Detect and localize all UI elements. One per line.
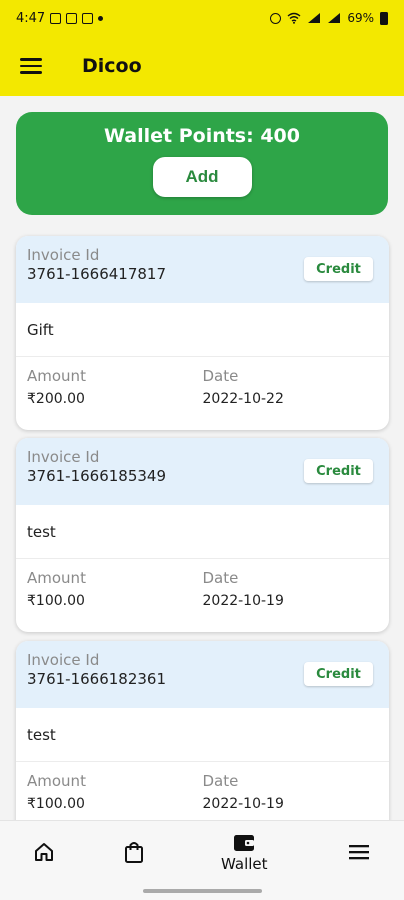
- amount-value: ₹100.00: [27, 593, 85, 609]
- transaction-header: Invoice Id 3761-1666182361 Credit: [16, 641, 389, 708]
- amount-label: Amount: [27, 772, 86, 790]
- date-value: 2022-10-22: [202, 391, 284, 407]
- transaction-meta: Amount ₹100.00 Date 2022-10-19: [16, 559, 389, 630]
- menu-icon: [349, 845, 369, 860]
- amount-value: ₹200.00: [27, 391, 85, 407]
- transaction-card[interactable]: Invoice Id 3761-1666182361 Credit test A…: [16, 641, 389, 835]
- app-bar: Dicoo: [0, 36, 404, 96]
- date-label: Date: [202, 367, 239, 385]
- transaction-description: Gift: [16, 303, 389, 357]
- app-title: Dicoo: [82, 55, 142, 77]
- date-label: Date: [202, 569, 239, 587]
- credit-badge: Credit: [304, 459, 373, 483]
- transaction-header: Invoice Id 3761-1666417817 Credit: [16, 236, 389, 303]
- date-value: 2022-10-19: [202, 796, 284, 812]
- nav-menu[interactable]: [348, 843, 370, 861]
- amount-label: Amount: [27, 367, 86, 385]
- date-label: Date: [202, 772, 239, 790]
- gesture-bar: [143, 889, 262, 893]
- nav-shop[interactable]: [123, 840, 145, 864]
- nav-home[interactable]: [33, 841, 55, 863]
- date-value: 2022-10-19: [202, 593, 284, 609]
- amount-value: ₹100.00: [27, 796, 85, 812]
- signal-2-icon: [328, 13, 341, 23]
- credit-badge: Credit: [304, 662, 373, 686]
- nav-wallet[interactable]: Wallet: [221, 833, 268, 873]
- wallet-points-card: Wallet Points: 400 Add: [16, 112, 388, 215]
- shopping-bag-icon: [125, 842, 143, 863]
- transaction-description: test: [16, 505, 389, 559]
- home-icon: [35, 843, 53, 861]
- mail-notification-icon: [66, 12, 78, 24]
- youtube-notification-icon: [82, 12, 94, 24]
- alarm-icon: [270, 12, 282, 24]
- battery-percent: 69%: [347, 11, 374, 25]
- add-points-button[interactable]: Add: [152, 157, 252, 197]
- transaction-description: test: [16, 708, 389, 762]
- status-bar: 4:47 69%: [0, 0, 404, 36]
- transaction-meta: Amount ₹200.00 Date 2022-10-22: [16, 357, 389, 428]
- transaction-header: Invoice Id 3761-1666185349 Credit: [16, 438, 389, 505]
- nav-wallet-label: Wallet: [221, 855, 268, 873]
- hamburger-menu-button[interactable]: [20, 54, 44, 78]
- battery-icon: [380, 11, 388, 25]
- wallet-points-text: Wallet Points: 400: [104, 125, 300, 147]
- more-notifications-icon: [98, 15, 104, 21]
- wifi-icon: [287, 12, 301, 24]
- transaction-card[interactable]: Invoice Id 3761-1666417817 Credit Gift A…: [16, 236, 389, 430]
- status-time: 4:47: [16, 10, 46, 26]
- transaction-card[interactable]: Invoice Id 3761-1666185349 Credit test A…: [16, 438, 389, 632]
- credit-badge: Credit: [304, 257, 373, 281]
- signal-icon: [308, 13, 321, 23]
- bottom-navigation: Wallet: [0, 820, 404, 900]
- wallet-icon: [234, 835, 255, 851]
- amount-label: Amount: [27, 569, 86, 587]
- gallery-notification-icon: [50, 12, 62, 24]
